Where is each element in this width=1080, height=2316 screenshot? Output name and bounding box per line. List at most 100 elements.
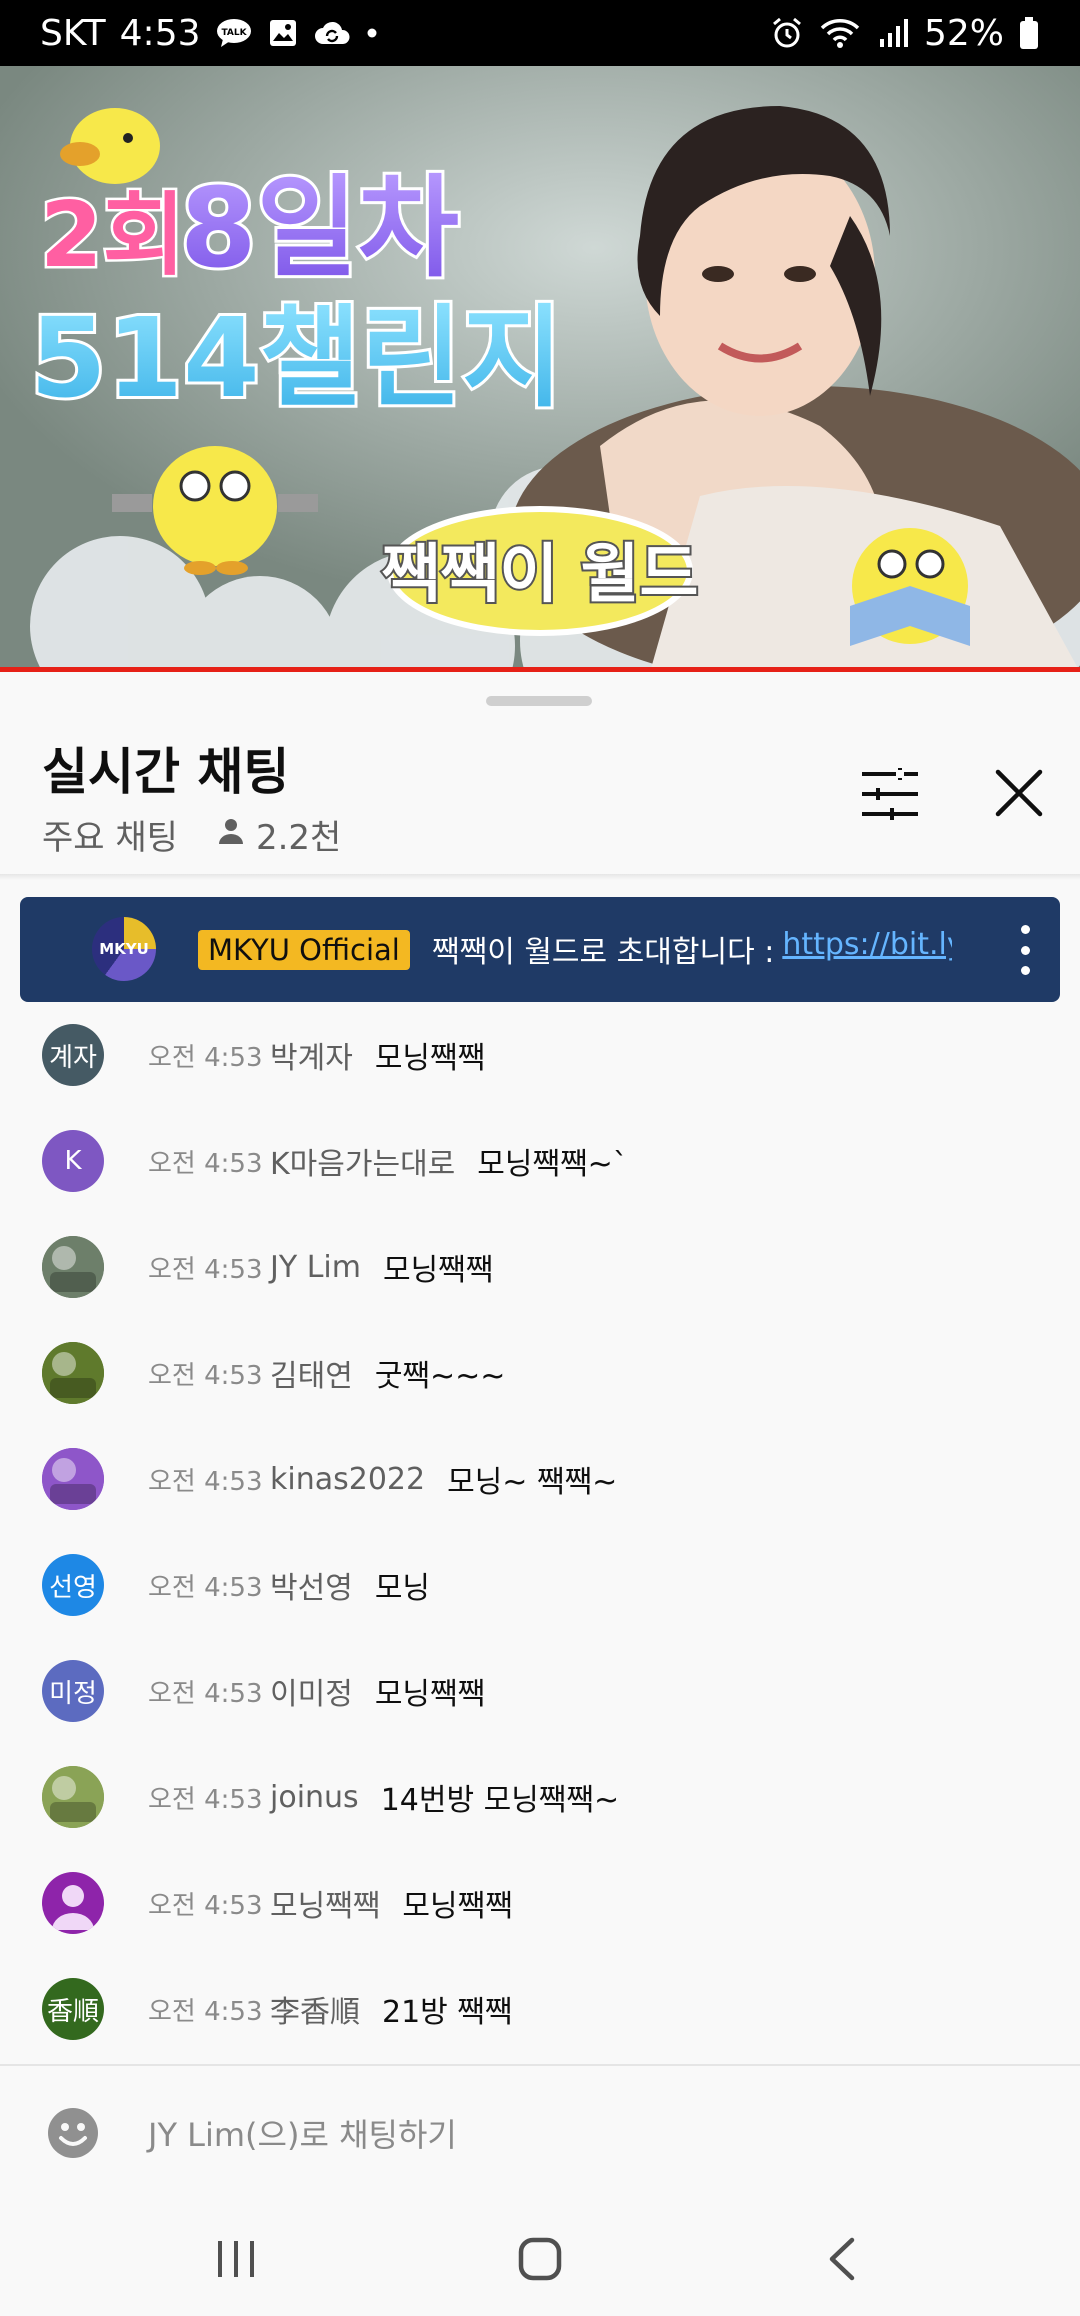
battery-percent: 52% <box>923 12 1004 54</box>
recents-button[interactable] <box>196 2224 276 2294</box>
message-author[interactable]: 김태연 <box>270 1351 353 1395</box>
chat-message[interactable]: 오전 4:53 김태연 굿짹~~~ <box>0 1320 1080 1426</box>
battery-icon <box>1018 16 1040 50</box>
message-author[interactable]: 이미정 <box>270 1669 353 1713</box>
message-time: 오전 4:53 <box>148 1148 263 1179</box>
chat-message[interactable]: 오전 4:53 kinas2022 모닝~ 짹짹~ <box>0 1426 1080 1532</box>
back-icon <box>829 2237 855 2281</box>
chat-message[interactable]: 오전 4:53 JY Lim 모닝짹짹 <box>0 1214 1080 1320</box>
message-author[interactable]: 李香順 <box>270 1987 360 2031</box>
svg-text:TALK: TALK <box>221 28 247 38</box>
person-icon <box>216 815 246 855</box>
avatar[interactable] <box>42 1448 104 1510</box>
system-nav-bar <box>0 2194 1080 2316</box>
chat-title: 실시간 채팅 <box>42 743 290 801</box>
filter-settings-button[interactable] <box>858 766 922 822</box>
chat-message[interactable]: 오전 4:53 모닝짹짹 모닝짹짹 <box>0 1850 1080 1956</box>
chat-mode-selector[interactable]: 주요 채팅 <box>42 810 178 859</box>
home-button[interactable] <box>500 2224 580 2294</box>
pinned-message-body: 짹짹이 월드로 초대합니다 : <box>432 935 775 970</box>
chat-message[interactable]: K 오전 4:53 K마음가는대로 모닝짹짹~` <box>0 1108 1080 1214</box>
message-text: 14번방 모닝짹짹~ <box>380 1783 620 1818</box>
avatar[interactable] <box>42 1236 104 1298</box>
chat-subheader: 주요 채팅 2.2천 <box>42 810 341 859</box>
message-author[interactable]: 모닝짹짹 <box>270 1881 380 1925</box>
alarm-icon <box>770 16 804 50</box>
pinned-message[interactable]: MKYU MKYU Official 짹짹이 월드로 초대합니다 : https… <box>20 897 1060 1002</box>
chat-message-list[interactable]: 계자 오전 4:53 박계자 모닝짹짹 K 오전 4:53 K마음가는대로 모닝짹짹… <box>0 1002 1080 2062</box>
chat-message[interactable]: 계자 오전 4:53 박계자 모닝짹짹 <box>0 1002 1080 1108</box>
challenge-title: 514챌린지 <box>30 294 563 422</box>
viewer-count: 2.2천 <box>216 810 341 859</box>
avatar[interactable]: 미정 <box>42 1660 104 1722</box>
pinned-author-avatar[interactable]: MKYU <box>92 917 156 981</box>
avatar[interactable] <box>42 1872 104 1934</box>
avatar[interactable]: 香順 <box>42 1978 104 2040</box>
chat-message[interactable]: 미정 오전 4:53 이미정 모닝짹짹 <box>0 1638 1080 1744</box>
sliders-icon <box>862 768 918 820</box>
day-title: 8일차 <box>180 164 459 292</box>
message-time: 오전 4:53 <box>148 1466 263 1497</box>
message-text: 모닝~ 짹짹~ <box>447 1465 618 1500</box>
live-chat-panel: 실시간 채팅 주요 채팅 2.2천 MKYU MKYU Official 짹짹이… <box>0 672 1080 2210</box>
brand-title: 짹짹이 월드 <box>382 538 699 612</box>
drag-handle[interactable] <box>486 696 592 706</box>
video-player[interactable]: 2회 8일차 514챌린지 짹짹이 월드 <box>0 66 1080 672</box>
screen: SKT 4:53 TALK 52% 2회 8일차 514챌린지 짹짹이 월드 실… <box>0 0 1080 2316</box>
emoji-button[interactable] <box>46 2106 100 2160</box>
chat-message[interactable]: 오전 4:53 joinus 14번방 모닝짹짹~ <box>0 1744 1080 1850</box>
wifi-icon <box>818 16 862 50</box>
message-text: 모닝 <box>374 1571 431 1606</box>
message-author[interactable]: 박계자 <box>270 1033 353 1077</box>
close-chat-button[interactable] <box>990 764 1048 822</box>
message-text: 모닝짹짹 <box>374 1677 486 1712</box>
dot-icon <box>365 26 379 40</box>
more-options-icon[interactable] <box>1010 925 1040 975</box>
episode-badge: 2회 <box>40 183 185 288</box>
message-author[interactable]: kinas2022 <box>270 1462 425 1497</box>
message-author[interactable]: K마음가는대로 <box>270 1139 455 1183</box>
avatar[interactable] <box>42 1766 104 1828</box>
message-time: 오전 4:53 <box>148 1042 263 1073</box>
chat-message[interactable]: 香順 오전 4:53 李香順 21방 짹짹 <box>0 1956 1080 2062</box>
message-author[interactable]: joinus <box>270 1780 359 1815</box>
chat-input-bar: JY Lim(으)로 채팅하기 <box>0 2064 1080 2194</box>
message-time: 오전 4:53 <box>148 1360 263 1391</box>
message-time: 오전 4:53 <box>148 1996 263 2027</box>
back-button[interactable] <box>802 2224 882 2294</box>
avatar[interactable]: K <box>42 1130 104 1192</box>
talk-icon: TALK <box>215 17 253 49</box>
message-text: 21방 짹짹 <box>382 1995 513 2030</box>
video-thumbnail: 2회 8일차 514챌린지 짹짹이 월드 <box>0 66 1080 672</box>
close-icon <box>995 769 1043 817</box>
avatar[interactable]: 선영 <box>42 1554 104 1616</box>
avatar[interactable] <box>42 1342 104 1404</box>
chat-message[interactable]: 선영 오전 4:53 박선영 모닝 <box>0 1532 1080 1638</box>
message-text: 모닝짹짹 <box>374 1041 486 1076</box>
carrier-label: SKT <box>40 12 106 54</box>
emoji-icon <box>48 2108 98 2158</box>
message-author[interactable]: 박선영 <box>270 1563 353 1607</box>
cloud-sync-icon <box>313 18 351 48</box>
message-time: 오전 4:53 <box>148 1784 263 1815</box>
pinned-author-badge[interactable]: MKYU Official <box>198 930 410 970</box>
message-text: 모닝짹짹 <box>402 1889 513 1924</box>
avatar[interactable]: 계자 <box>42 1024 104 1086</box>
message-text: 모닝짹짹~` <box>477 1147 628 1182</box>
home-icon <box>518 2237 562 2281</box>
message-text: 모닝짹짹 <box>382 1253 494 1288</box>
clock: 4:53 <box>119 12 201 54</box>
message-time: 오전 4:53 <box>148 1254 263 1285</box>
message-author[interactable]: JY Lim <box>270 1250 361 1285</box>
chat-input-field[interactable]: JY Lim(으)로 채팅하기 <box>148 2110 457 2156</box>
pinned-message-link[interactable]: https://bit.ly <box>782 927 952 971</box>
signal-icon <box>876 17 910 49</box>
message-time: 오전 4:53 <box>148 1678 263 1709</box>
message-text: 굿짹~~~ <box>374 1359 506 1394</box>
viewer-count-value: 2.2천 <box>255 818 342 858</box>
pinned-message-text: 짹짹이 월드로 초대합니다 : https://bit.ly <box>432 927 952 971</box>
status-bar: SKT 4:53 TALK 52% <box>0 0 1080 66</box>
recents-icon <box>218 2241 254 2277</box>
gallery-icon <box>267 17 299 49</box>
message-time: 오전 4:53 <box>148 1890 263 1921</box>
